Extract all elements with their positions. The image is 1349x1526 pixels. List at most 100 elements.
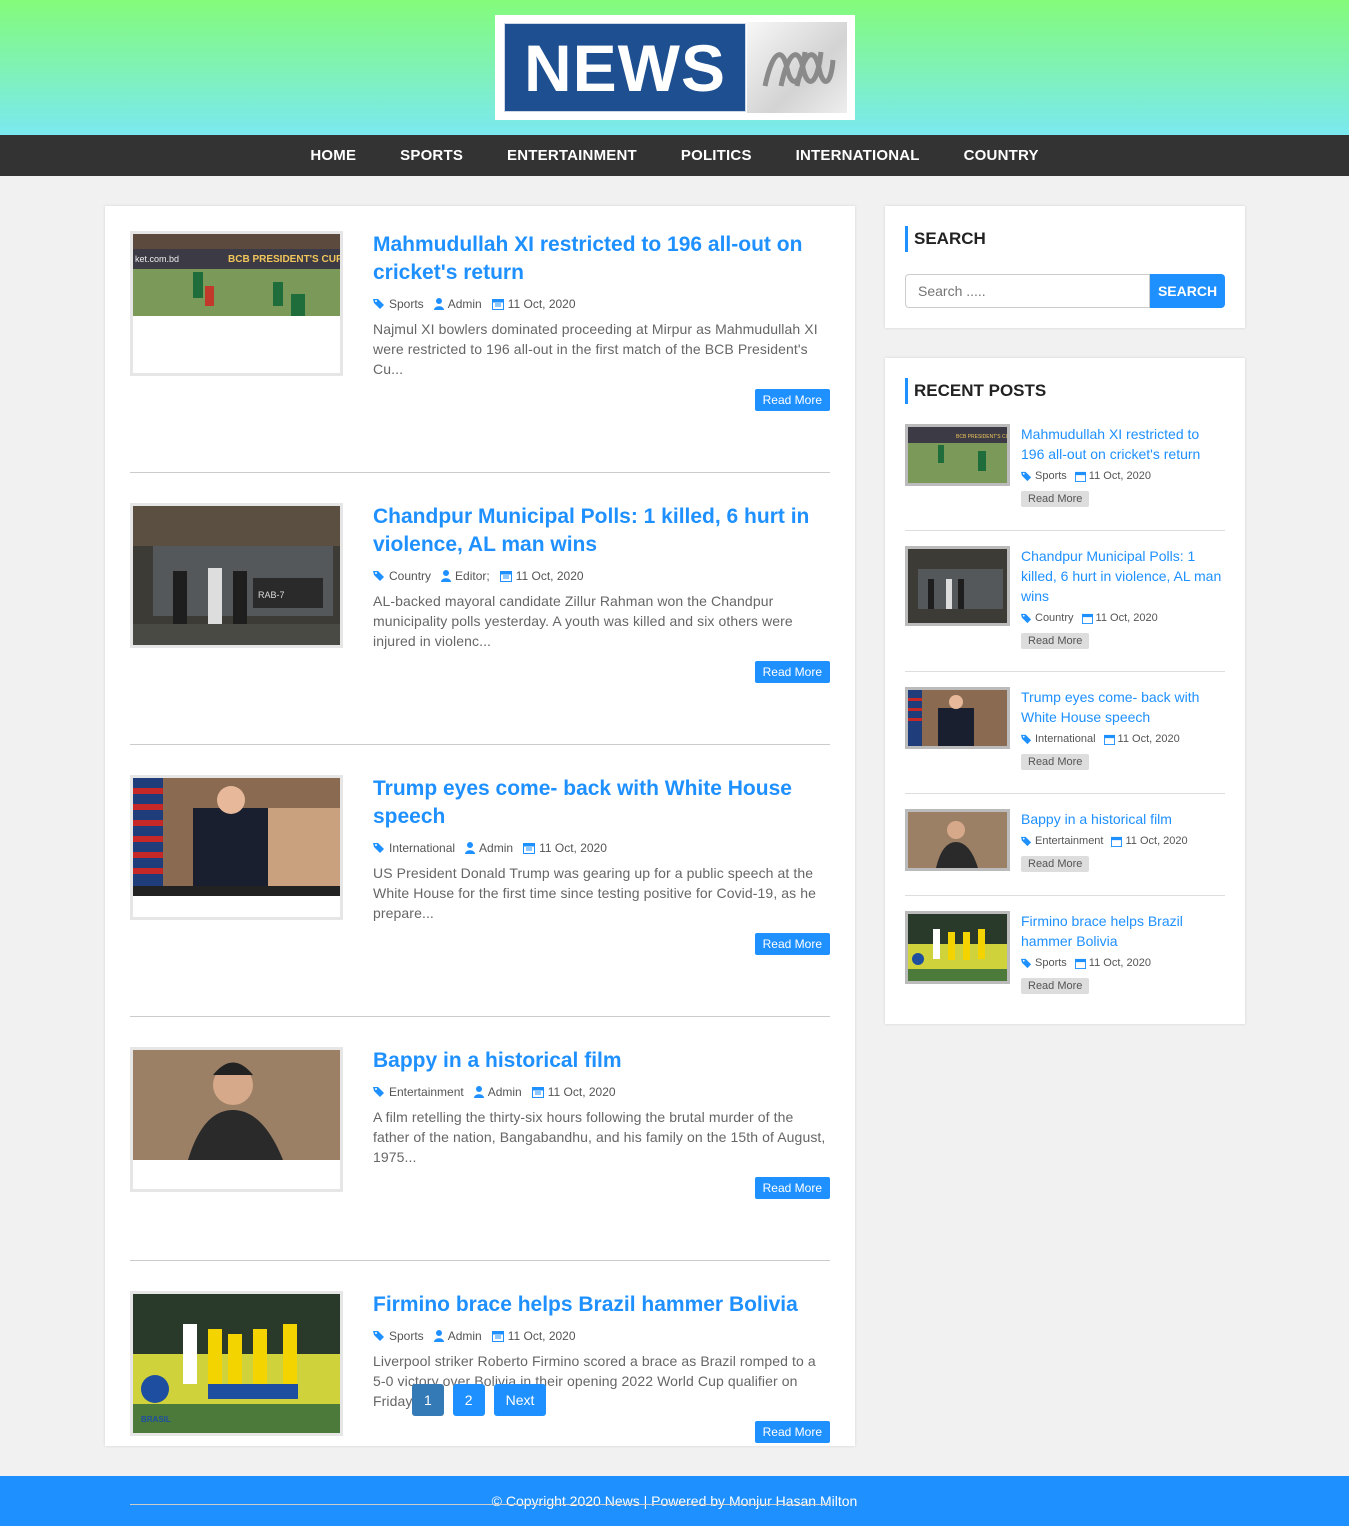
recent-read-more-button[interactable]: Read More <box>1021 754 1090 770</box>
post-category[interactable]: International <box>389 841 455 855</box>
search-widget: SEARCH SEARCH <box>885 206 1245 328</box>
post-thumbnail[interactable]: RAB-7 <box>130 503 343 648</box>
recent-post-thumbnail[interactable] <box>905 687 1010 749</box>
post-date: 11 Oct, 2020 <box>539 841 607 855</box>
post-title[interactable]: Chandpur Municipal Polls: 1 killed, 6 hu… <box>373 503 830 559</box>
tag-icon <box>1021 734 1032 744</box>
post-meta: International Admin 11 Oct, 2020 <box>373 841 830 855</box>
post-author: Editor; <box>455 569 490 583</box>
post-category[interactable]: Country <box>389 569 431 583</box>
nav-home[interactable]: HOME <box>310 147 356 164</box>
recent-post-title[interactable]: Firmino brace helps Brazil hammer Bolivi… <box>1021 911 1225 951</box>
nav-international[interactable]: INTERNATIONAL <box>796 147 920 164</box>
tag-icon <box>373 1331 384 1341</box>
search-input[interactable] <box>905 274 1150 308</box>
tag-icon <box>373 571 384 581</box>
recent-post-thumbnail[interactable]: BCB PRESIDENT'S CUP <box>905 424 1010 486</box>
recent-read-more-button[interactable]: Read More <box>1021 856 1090 872</box>
read-more-button[interactable]: Read More <box>754 933 830 955</box>
recent-post-thumbnail[interactable] <box>905 809 1010 871</box>
recent-post-thumbnail[interactable] <box>905 911 1010 984</box>
recent-post-category[interactable]: Entertainment <box>1035 835 1103 847</box>
recent-posts-widget: RECENT POSTS BCB PRESIDENT'S CUP Mahmudu… <box>885 358 1245 1024</box>
nav-politics[interactable]: POLITICS <box>681 147 752 164</box>
post-meta: Entertainment Admin 11 Oct, 2020 <box>373 1085 830 1099</box>
recent-post-title[interactable]: Trump eyes come- back with White House s… <box>1021 687 1225 727</box>
nav-country[interactable]: COUNTRY <box>964 147 1039 164</box>
page-2-button[interactable]: 2 <box>452 1384 485 1416</box>
post-thumbnail[interactable] <box>130 1047 343 1192</box>
recent-post-title[interactable]: Bappy in a historical film <box>1021 809 1225 829</box>
svg-text:BCB PRESIDENT'S CUP: BCB PRESIDENT'S CUP <box>956 434 1007 440</box>
site-logo[interactable]: NEWS <box>495 15 855 120</box>
tag-icon <box>1021 471 1032 481</box>
calendar-icon <box>1074 958 1086 969</box>
post-item: BCB PRESIDENT'S CUP ket.com.bd Mahmudull… <box>130 231 830 473</box>
post-category[interactable]: Entertainment <box>389 1085 464 1099</box>
post-excerpt: A film retelling the thirty-six hours fo… <box>373 1109 826 1165</box>
calendar-icon <box>523 843 536 854</box>
post-thumbnail[interactable]: BCB PRESIDENT'S CUP ket.com.bd <box>130 231 343 376</box>
tag-icon <box>373 299 384 309</box>
tag-icon <box>373 843 384 853</box>
recent-post-title[interactable]: Mahmudullah XI restricted to 196 all-out… <box>1021 424 1225 464</box>
search-button[interactable]: SEARCH <box>1150 274 1225 308</box>
recent-read-more-button[interactable]: Read More <box>1021 633 1090 649</box>
recent-post-thumbnail[interactable] <box>905 546 1010 626</box>
recent-post-title[interactable]: Chandpur Municipal Polls: 1 killed, 6 hu… <box>1021 546 1225 606</box>
post-author: Admin <box>447 1329 482 1343</box>
calendar-icon <box>1103 734 1115 745</box>
recent-posts-title: RECENT POSTS <box>905 378 1225 404</box>
recent-post-item: Bappy in a historical film Entertainment… <box>905 794 1225 896</box>
logo-text: NEWS <box>504 23 746 112</box>
recent-post-category[interactable]: Sports <box>1035 957 1067 969</box>
user-icon <box>441 570 452 582</box>
post-date: 11 Oct, 2020 <box>515 569 584 583</box>
post-category[interactable]: Sports <box>389 1329 424 1343</box>
post-item: Trump eyes come- back with White House s… <box>130 775 830 1017</box>
read-more-button[interactable]: Read More <box>754 1421 830 1443</box>
nav-entertainment[interactable]: ENTERTAINMENT <box>507 147 637 164</box>
recent-post-category[interactable]: International <box>1035 733 1096 745</box>
calendar-icon <box>1081 613 1093 624</box>
read-more-button[interactable]: Read More <box>754 1177 830 1199</box>
post-excerpt: Najmul XI bowlers dominated proceeding a… <box>373 321 818 377</box>
recent-post-category[interactable]: Sports <box>1035 470 1067 482</box>
post-title[interactable]: Mahmudullah XI restricted to 196 all-out… <box>373 231 830 287</box>
post-meta: Sports Admin 11 Oct, 2020 <box>373 1329 830 1343</box>
post-author: Admin <box>487 1085 522 1099</box>
user-icon <box>465 842 476 854</box>
post-author: Admin <box>447 297 482 311</box>
calendar-icon <box>491 299 504 310</box>
recent-read-more-button[interactable]: Read More <box>1021 978 1090 994</box>
post-thumbnail[interactable] <box>130 775 343 920</box>
recent-read-more-button[interactable]: Read More <box>1021 491 1090 507</box>
main-area: BCB PRESIDENT'S CUP ket.com.bd Mahmudull… <box>0 176 1349 1505</box>
recent-post-item: Firmino brace helps Brazil hammer Bolivi… <box>905 896 1225 1006</box>
user-icon <box>433 298 444 310</box>
post-title[interactable]: Firmino brace helps Brazil hammer Bolivi… <box>373 1291 830 1319</box>
calendar-icon <box>1111 836 1123 847</box>
recent-post-date: 11 Oct, 2020 <box>1125 835 1188 847</box>
read-more-button[interactable]: Read More <box>754 661 830 683</box>
calendar-icon <box>499 571 512 582</box>
post-title[interactable]: Trump eyes come- back with White House s… <box>373 775 830 831</box>
tag-icon <box>373 1087 384 1097</box>
calendar-icon <box>491 1331 504 1342</box>
post-date: 11 Oct, 2020 <box>507 297 576 311</box>
post-title[interactable]: Bappy in a historical film <box>373 1047 830 1075</box>
next-page-button[interactable]: Next <box>493 1384 547 1416</box>
read-more-button[interactable]: Read More <box>754 389 830 411</box>
post-date: 11 Oct, 2020 <box>507 1329 576 1343</box>
recent-post-date: 11 Oct, 2020 <box>1088 957 1151 969</box>
svg-text:BRASIL: BRASIL <box>141 1415 171 1424</box>
svg-text:ket.com.bd: ket.com.bd <box>135 254 179 264</box>
recent-post-category[interactable]: Country <box>1035 612 1074 624</box>
post-author: Admin <box>479 841 514 855</box>
post-thumbnail[interactable]: BRASIL <box>130 1291 343 1436</box>
post-category[interactable]: Sports <box>389 297 424 311</box>
page-1-button[interactable]: 1 <box>412 1384 444 1416</box>
post-meta: Country Editor; 11 Oct, 2020 <box>373 569 830 583</box>
post-excerpt: US President Donald Trump was gearing up… <box>373 865 817 921</box>
nav-sports[interactable]: SPORTS <box>400 147 463 164</box>
